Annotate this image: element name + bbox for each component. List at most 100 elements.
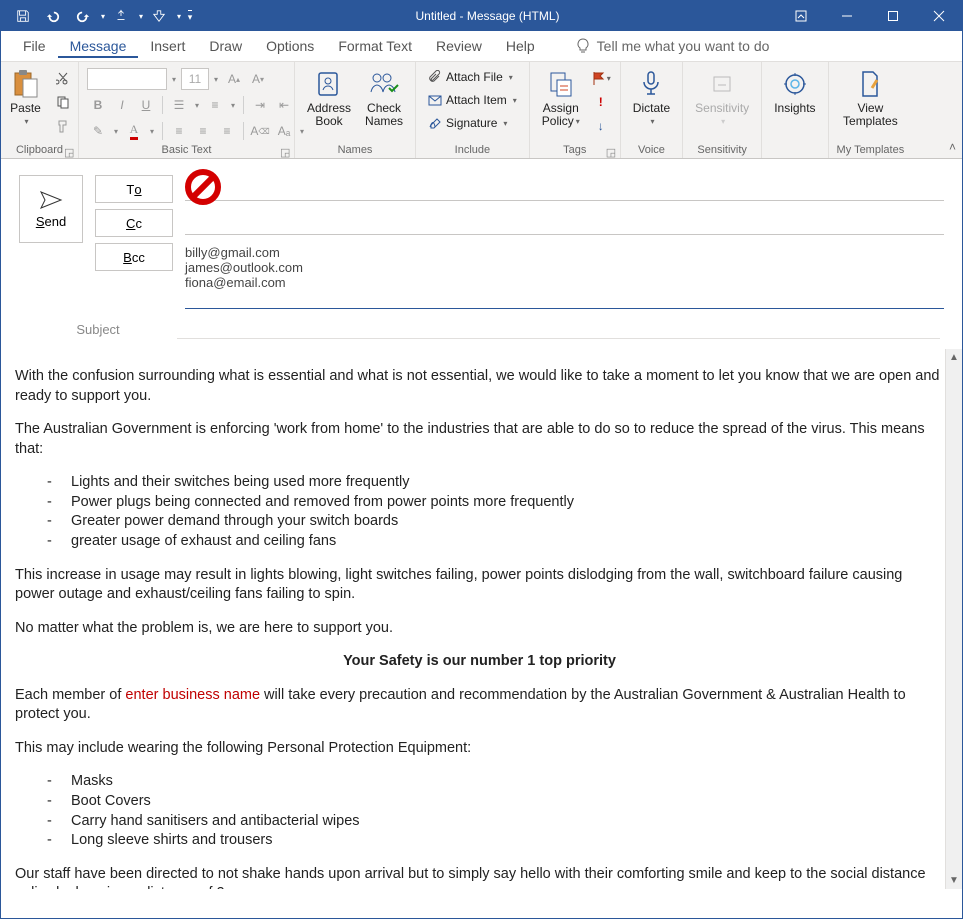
collapse-ribbon-icon[interactable]: ˄	[949, 140, 956, 154]
tab-review[interactable]: Review	[424, 34, 494, 58]
subject-label: Subject	[19, 322, 177, 337]
tab-message[interactable]: Message	[58, 34, 139, 58]
bcc-field[interactable]: billy@gmail.com james@outlook.com fiona@…	[185, 243, 944, 309]
highlight-icon[interactable]: ✎	[87, 121, 109, 141]
cut-icon[interactable]	[52, 68, 74, 88]
redo-icon[interactable]	[69, 1, 97, 31]
decrease-font-icon[interactable]: A▾	[247, 69, 269, 89]
tab-format-text[interactable]: Format Text	[326, 34, 424, 58]
tab-file[interactable]: File	[11, 34, 58, 58]
tell-me-search[interactable]: Tell me what you want to do	[575, 38, 770, 54]
cc-button[interactable]: Cc	[95, 209, 173, 237]
message-body[interactable]: With the confusion surrounding what is e…	[1, 349, 962, 889]
basic-text-launcher-icon[interactable]: ◲	[280, 146, 290, 156]
low-importance-icon[interactable]: ↓	[590, 116, 612, 136]
font-size-selector[interactable]: 11	[181, 68, 209, 90]
dictate-button[interactable]: Dictate▾	[629, 66, 674, 130]
list-item: greater usage of exhaust and ceiling fan…	[47, 532, 944, 552]
window-controls	[778, 1, 962, 31]
ribbon-display-options-icon[interactable]	[778, 1, 824, 31]
minimize-icon[interactable]	[824, 1, 870, 31]
tab-help[interactable]: Help	[494, 34, 547, 58]
touch-mode-icon[interactable]	[107, 1, 135, 31]
check-names-icon	[368, 68, 400, 100]
underline-icon[interactable]: U	[135, 95, 157, 115]
clipboard-launcher-icon[interactable]: ◲	[64, 146, 74, 156]
paste-icon	[10, 68, 42, 100]
group-sensitivity: Sensitivity▾ Sensitivity	[683, 62, 762, 158]
align-right-icon[interactable]: ≡	[216, 121, 238, 141]
bcc-button[interactable]: Bcc	[95, 243, 173, 271]
close-icon[interactable]	[916, 1, 962, 31]
align-left-icon[interactable]: ≡	[168, 121, 190, 141]
increase-indent-icon[interactable]: ⇥	[249, 95, 271, 115]
quick-access-toolbar: ▾ ▾ ▾ ▾	[1, 1, 197, 31]
send-button[interactable]: Send	[19, 175, 83, 243]
customize-qat-icon[interactable]: ▾	[183, 1, 197, 31]
tab-draw[interactable]: Draw	[197, 34, 254, 58]
bold-icon[interactable]: B	[87, 95, 109, 115]
lightbulb-icon	[575, 38, 591, 54]
tab-options[interactable]: Options	[254, 34, 326, 58]
signature-icon	[428, 116, 442, 130]
format-painter-icon[interactable]	[52, 116, 74, 136]
attach-file-button[interactable]: Attach File▾	[424, 66, 521, 88]
scroll-down-icon[interactable]: ▼	[946, 872, 962, 889]
subject-field[interactable]	[177, 319, 940, 339]
assign-policy-button[interactable]: Assign Policy▾	[538, 66, 584, 130]
move-to-folder-icon[interactable]	[145, 1, 173, 31]
to-field[interactable]	[185, 175, 944, 201]
maximize-icon[interactable]	[870, 1, 916, 31]
attach-item-button[interactable]: Attach Item▾	[424, 89, 521, 111]
list-item: Boot Covers	[47, 792, 944, 812]
vertical-scrollbar[interactable]: ▲ ▼	[945, 349, 962, 889]
body-paragraph: With the confusion surrounding what is e…	[15, 367, 944, 406]
paperclip-icon	[428, 70, 442, 84]
font-color-icon[interactable]: A	[123, 121, 145, 141]
ribbon: Paste▾ Clipboard◲ ▾ 11▾ A▴ A▾ B I U	[1, 61, 962, 159]
assign-policy-icon	[545, 68, 577, 100]
styles-icon[interactable]: Aₐ	[273, 121, 295, 141]
body-paragraph: This may include wearing the following P…	[15, 739, 944, 759]
increase-font-icon[interactable]: A▴	[223, 69, 245, 89]
cc-field[interactable]	[185, 209, 944, 235]
to-button[interactable]: To	[95, 175, 173, 203]
window-title: Untitled - Message (HTML)	[197, 9, 778, 23]
bullets-icon[interactable]: ☰	[168, 95, 190, 115]
check-names-button[interactable]: Check Names	[361, 66, 407, 130]
body-paragraph: The Australian Government is enforcing '…	[15, 420, 944, 459]
list-item: Long sleeve shirts and trousers	[47, 831, 944, 851]
paste-button[interactable]: Paste▾	[6, 66, 46, 130]
signature-button[interactable]: Signature▾	[424, 112, 521, 134]
follow-up-flag-icon[interactable]: ▾	[590, 68, 612, 88]
view-templates-button[interactable]: View Templates	[839, 66, 902, 130]
undo-icon[interactable]	[39, 1, 67, 31]
message-header: Send To Cc Bcc billy@gmail.com james@out…	[1, 159, 962, 309]
attach-item-icon	[428, 93, 442, 107]
body-headline: Your Safety is our number 1 top priority	[15, 652, 944, 672]
insights-button[interactable]: Insights	[770, 66, 819, 117]
tags-launcher-icon[interactable]: ◲	[606, 146, 616, 156]
high-importance-icon[interactable]: !	[590, 92, 612, 112]
tab-insert[interactable]: Insert	[138, 34, 197, 58]
copy-icon[interactable]	[52, 92, 74, 112]
list-item: Power plugs being connected and removed …	[47, 493, 944, 513]
clear-formatting-icon[interactable]: A⌫	[249, 121, 271, 141]
address-book-button[interactable]: Address Book	[303, 66, 355, 130]
view-templates-icon	[854, 68, 886, 100]
numbering-icon[interactable]: ≡	[204, 95, 226, 115]
group-clipboard: Paste▾ Clipboard◲	[1, 62, 79, 158]
italic-icon[interactable]: I	[111, 95, 133, 115]
message-body-wrap: With the confusion surrounding what is e…	[1, 349, 962, 889]
subject-row: Subject	[1, 319, 962, 349]
placeholder-business-name: enter business name	[125, 687, 260, 703]
microphone-icon	[635, 68, 667, 100]
group-insights: Insights	[762, 62, 828, 158]
decrease-indent-icon[interactable]: ⇤	[273, 95, 295, 115]
sensitivity-button[interactable]: Sensitivity▾	[691, 66, 753, 130]
scroll-up-icon[interactable]: ▲	[946, 349, 962, 366]
align-center-icon[interactable]: ≡	[192, 121, 214, 141]
save-icon[interactable]	[9, 1, 37, 31]
font-name-selector[interactable]	[87, 68, 167, 90]
body-paragraph: No matter what the problem is, we are he…	[15, 619, 944, 639]
